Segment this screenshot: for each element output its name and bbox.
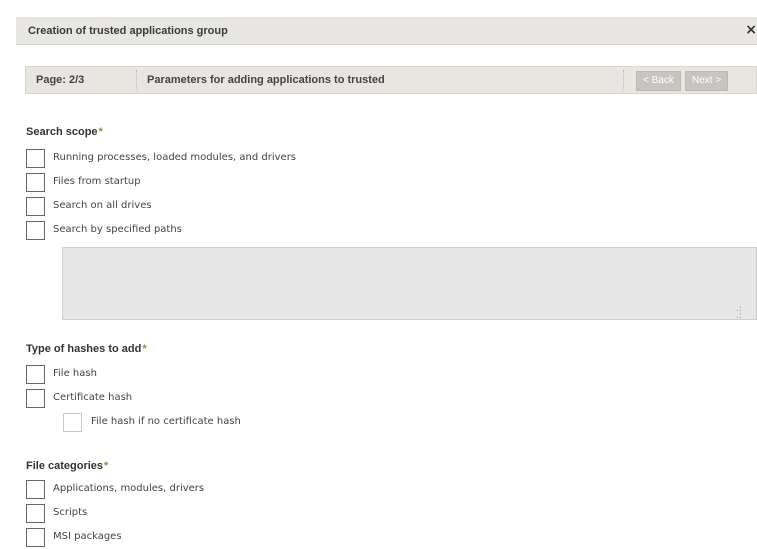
divider xyxy=(623,70,624,90)
next-button[interactable]: Next > xyxy=(685,71,729,91)
option-label: File hash if no certificate hash xyxy=(91,416,241,427)
back-button[interactable]: < Back xyxy=(636,71,681,91)
divider xyxy=(136,70,137,90)
option-label: Running processes, loaded modules, and d… xyxy=(53,152,297,163)
checkbox[interactable] xyxy=(26,221,45,240)
file-categories-heading: File categories* xyxy=(26,460,108,472)
close-icon[interactable]: × xyxy=(745,22,757,38)
resize-grip-icon[interactable]: .:.: xyxy=(736,305,749,544)
search-scope-heading: Search scope* xyxy=(26,126,103,138)
option-label: Applications, modules, drivers xyxy=(53,483,205,494)
step-title: Parameters for adding applications to tr… xyxy=(147,74,385,86)
option-label: MSI packages xyxy=(53,531,122,542)
checkbox[interactable] xyxy=(26,389,45,408)
section-title: File categories xyxy=(26,460,104,472)
option-label: Scripts xyxy=(53,507,88,518)
section-title: Search scope xyxy=(26,126,98,138)
checkbox[interactable] xyxy=(26,480,45,499)
checkbox[interactable] xyxy=(26,504,45,523)
option-label: File hash xyxy=(53,368,97,379)
checkbox[interactable] xyxy=(26,197,45,216)
hash-type-heading: Type of hashes to add* xyxy=(26,343,147,355)
section-title: Type of hashes to add xyxy=(26,343,142,355)
required-mark: * xyxy=(98,126,103,138)
required-mark: * xyxy=(104,460,109,472)
wizard-page-bar: Page: 2/3 Parameters for adding applicat… xyxy=(25,66,757,94)
checkbox[interactable] xyxy=(26,173,45,192)
paths-textarea[interactable] xyxy=(62,247,757,320)
option-label: Certificate hash xyxy=(53,392,133,403)
option-label: Search by specified paths xyxy=(53,224,182,235)
option-label: Search on all drives xyxy=(53,200,152,211)
dialog-title: Creation of trusted applications group xyxy=(28,25,228,37)
checkbox[interactable] xyxy=(26,149,45,168)
checkbox[interactable] xyxy=(26,528,45,547)
page-indicator: Page: 2/3 xyxy=(36,74,85,86)
required-mark: * xyxy=(142,343,147,355)
checkbox[interactable] xyxy=(26,365,45,384)
checkbox[interactable] xyxy=(63,413,82,432)
option-label: Files from startup xyxy=(53,176,141,187)
dialog-titlebar: Creation of trusted applications group × xyxy=(16,17,757,45)
